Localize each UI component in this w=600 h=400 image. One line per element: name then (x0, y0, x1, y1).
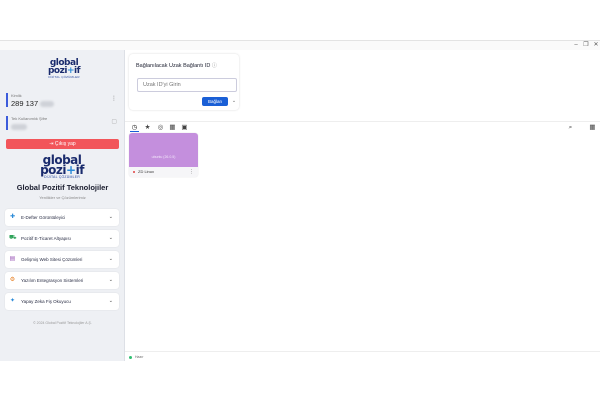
logo-large: global pozi+if DİJİTAL ÇÖZÜMLER (30, 154, 94, 183)
menu-item-e-defter[interactable]: ✚ E-Defter Görüntüleyici ⌄ (5, 209, 119, 226)
chevron-down-icon: ⌄ (108, 214, 113, 220)
menu-item-web[interactable]: ▤ Gelişmiş Web Sitesi Çözümleri ⌄ (5, 251, 119, 268)
company-subtitle: Yenilikler ve Çözümlerimiz (39, 195, 86, 200)
copyright: © 2024 Global Pozitif Teknolojiler A.Ş. (33, 321, 92, 325)
sidebar: global pozi+if DİJİTAL ÇÖZÜMLER Kimlik 2… (0, 50, 125, 361)
search-icon[interactable]: ⌕ (566, 123, 575, 132)
app-window: – ❐ ✕ global pozi+if DİJİTAL ÇÖZÜMLER Ki… (0, 40, 600, 361)
connect-title-text: Bağlanılacak Uzak Bağlantı ID (136, 63, 211, 69)
compass-icon[interactable]: ◎ (156, 123, 165, 132)
document-icon: ▤ (9, 256, 16, 262)
title-bar: – ❐ ✕ (0, 41, 600, 50)
grid-icon[interactable]: ▦ (588, 123, 597, 132)
history-icon[interactable]: ◷ (130, 123, 139, 132)
id-value[interactable]: 289 137 (11, 99, 38, 108)
chevron-down-icon: ⌄ (108, 235, 113, 241)
id-value-hidden (40, 101, 55, 108)
group-icon[interactable]: ▣ (180, 123, 189, 132)
close-icon[interactable]: ✕ (591, 41, 600, 50)
main-panel: Bağlanılacak Uzak Bağlantı ID ⓘ Bağlan ⌄… (125, 50, 600, 361)
peer-toolbar: ◷ ★ ◎ ▦ ▣ ⌕ ▦ (125, 121, 600, 133)
menu-item-label: Yazılım Entegrasyon Sistemleri (21, 278, 84, 283)
menu-item-yapay-zeka[interactable]: ✦ Yapay Zeka Fiş Okuyucu ⌄ (5, 293, 119, 310)
connect-card: Bağlanılacak Uzak Bağlantı ID ⓘ Bağlan ⌄ (129, 54, 239, 110)
password-block: Tek Kullanımlık Şifre ▢ (6, 116, 119, 131)
id-label: Kimlik (11, 93, 22, 98)
status-bar: Hazır (125, 351, 600, 361)
company-name: Global Pozitif Teknolojiler (16, 183, 109, 192)
menu-item-label: Pozitif E-Ticaret Altyapısı (21, 236, 71, 241)
more-icon[interactable]: ⋮ (189, 167, 194, 177)
id-block: Kimlik 289 137 ⋮ (6, 93, 119, 108)
peer-os-label: ubuntu (26.0.5) (151, 155, 176, 159)
chevron-down-icon: ⌄ (108, 298, 113, 304)
peer-card[interactable]: ubuntu (26.0.5) ZD Linux ⋮ (129, 133, 198, 177)
plus-icon: ✚ (9, 214, 16, 220)
refresh-icon[interactable]: ▢ (111, 118, 117, 125)
peer-thumbnail[interactable]: ubuntu (26.0.5) (129, 133, 198, 167)
logo: global pozi+if DİJİTAL ÇÖZÜMLER (36, 59, 92, 84)
menu-item-entegrasyon[interactable]: ⚙ Yazılım Entegrasyon Sistemleri ⌄ (5, 272, 119, 289)
more-icon[interactable]: ⋮ (111, 95, 117, 102)
menu-item-label: Gelişmiş Web Sitesi Çözümleri (21, 257, 83, 262)
connect-button[interactable]: Bağlan (202, 97, 228, 106)
integration-icon: ⚙ (9, 277, 16, 283)
address-book-icon[interactable]: ▦ (168, 123, 177, 132)
chevron-down-icon[interactable]: ⌄ (230, 97, 238, 106)
offline-status-icon (133, 171, 135, 173)
info-icon[interactable]: ⓘ (212, 63, 217, 69)
password-label: Tek Kullanımlık Şifre (11, 116, 48, 121)
online-status-icon (129, 356, 132, 359)
logout-button[interactable]: ⇥ Çıkış yap (6, 139, 119, 149)
star-icon[interactable]: ★ (143, 123, 152, 132)
logout-label: Çıkış yap (54, 141, 76, 147)
status-text: Hazır (135, 355, 144, 359)
logout-icon: ⇥ (49, 141, 54, 147)
peer-name: ZD Linux (138, 169, 155, 174)
logo-tagline: DİJİTAL ÇÖZÜMLER (48, 75, 80, 80)
cart-icon: ⛟ (9, 235, 17, 241)
chevron-down-icon: ⌄ (108, 256, 113, 262)
menu-item-e-ticaret[interactable]: ⛟ Pozitif E-Ticaret Altyapısı ⌄ (5, 230, 119, 247)
menu-item-label: E-Defter Görüntüleyici (21, 215, 66, 220)
menu-item-label: Yapay Zeka Fiş Okuyucu (21, 299, 71, 304)
chevron-down-icon: ⌄ (108, 277, 113, 283)
top-blank-area (0, 0, 600, 40)
star-icon: ✦ (9, 298, 16, 304)
connect-title: Bağlanılacak Uzak Bağlantı ID ⓘ (136, 62, 217, 69)
maximize-icon[interactable]: ❐ (581, 41, 591, 50)
peer-footer: ZD Linux ⋮ (129, 167, 198, 177)
password-value-hidden (11, 124, 27, 131)
remote-id-input[interactable] (137, 78, 237, 92)
minimize-icon[interactable]: – (571, 41, 581, 50)
